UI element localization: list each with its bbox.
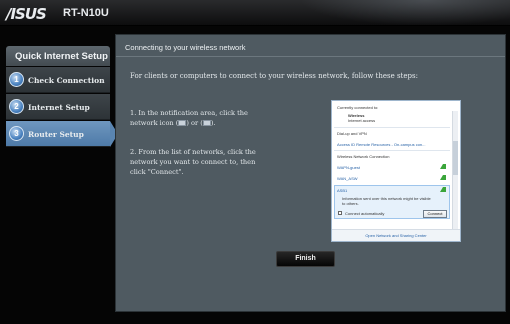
instruction-line: 2. From the list of networks, click the xyxy=(130,148,256,156)
instruction-fragment: ) or ( xyxy=(186,119,203,127)
network-sharing-link: Open Network and Sharing Center xyxy=(332,229,460,241)
step-number-badge: 3 xyxy=(9,126,24,141)
instruction-step-2: 2. From the list of networks, click the … xyxy=(130,147,300,177)
popup-scrollbar xyxy=(452,111,458,229)
intro-text: For clients or computers to connect to y… xyxy=(130,72,418,80)
panel-title: Connecting to your wireless network xyxy=(116,35,505,57)
network-item: WAPN-guest xyxy=(337,165,360,170)
asus-logo: /ISUS xyxy=(6,5,47,23)
setup-sidebar: Quick Internet Setup 1 Check Connection … xyxy=(6,46,118,308)
router-model: RT-N10U xyxy=(63,7,109,19)
popup-connect-button: Connect xyxy=(423,210,447,218)
security-warning: Information sent over this network might… xyxy=(342,196,431,206)
instruction-line: network you want to connect to, then xyxy=(130,158,256,166)
connected-label: Currently connected to: xyxy=(337,105,379,110)
instruction-fragment: ). xyxy=(210,119,216,127)
divider xyxy=(334,127,450,128)
instruction-line: 1. In the notification area, click the xyxy=(130,109,248,117)
instruction-line: network icon ( ) or (). xyxy=(130,118,300,128)
scroll-thumb xyxy=(453,141,458,175)
signal-strength-icon xyxy=(440,164,446,169)
step-number-badge: 2 xyxy=(9,99,24,114)
windows-network-popup-illustration: Currently connected to: Wireless Interne… xyxy=(331,100,461,242)
auto-connect-checkbox xyxy=(338,211,342,215)
finish-button[interactable]: Finish xyxy=(276,251,335,267)
instruction-fragment: network icon ( xyxy=(130,119,179,127)
instruction-step-1: 1. In the notification area, click the n… xyxy=(130,108,300,128)
step-label: Router Setup xyxy=(28,130,84,139)
dialup-header: Dial-up and VPN xyxy=(337,131,367,136)
current-network-status: Internet access xyxy=(348,118,376,123)
instruction-line: click "Connect". xyxy=(130,168,184,176)
network-item: WAN_ASW xyxy=(337,176,358,181)
step-label: Check Connection xyxy=(28,76,105,85)
step-number-badge: 1 xyxy=(9,72,24,87)
divider xyxy=(334,150,450,151)
sidebar-step-router-setup[interactable]: 3 Router Setup xyxy=(6,121,118,147)
network-item: ASB1 xyxy=(337,188,348,193)
signal-strength-icon xyxy=(440,175,446,180)
wireless-icon xyxy=(202,120,211,126)
sidebar-step-check-connection[interactable]: 1 Check Connection xyxy=(6,67,110,93)
top-bar: /ISUS RT-N10U xyxy=(0,0,510,26)
step-label: Internet Setup xyxy=(28,103,90,112)
auto-connect-label: Connect automatically xyxy=(345,211,385,216)
content-panel: Connecting to your wireless network For … xyxy=(115,34,506,312)
wlan-header: Wireless Network Connection xyxy=(337,154,390,159)
header-decoration xyxy=(300,0,510,26)
sidebar-step-internet-setup[interactable]: 2 Internet Setup xyxy=(6,94,110,120)
remote-resources: Access ID Remote Resources - On-campus c… xyxy=(337,142,426,147)
signal-strength-icon xyxy=(440,187,446,192)
sidebar-title: Quick Internet Setup xyxy=(6,46,110,66)
